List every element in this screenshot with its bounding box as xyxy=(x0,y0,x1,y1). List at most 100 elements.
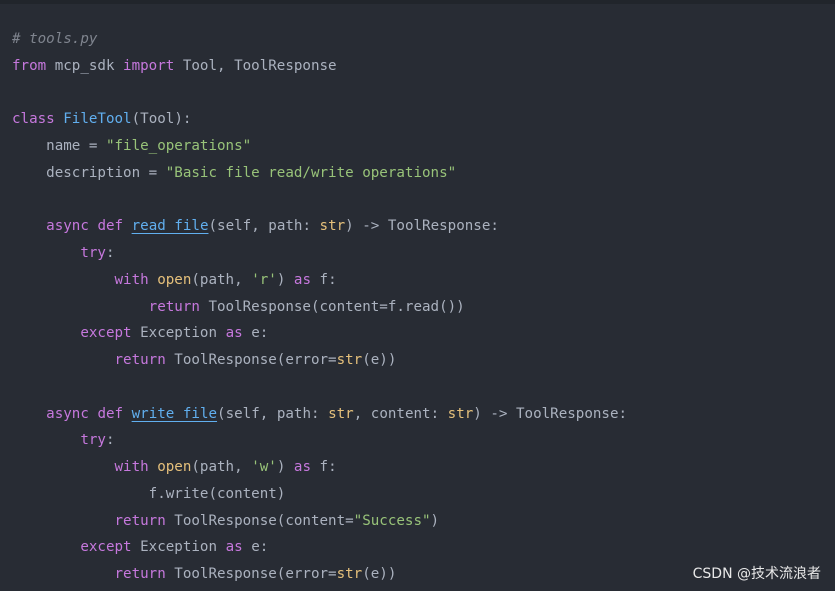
code-token-plain: description = xyxy=(12,164,166,181)
code-token-plain: (e)) xyxy=(362,566,397,582)
code-token-plain: ToolResponse(content= xyxy=(165,512,354,529)
code-token-plain: mcp_sdk xyxy=(46,57,124,74)
code-token-keyword: as xyxy=(293,459,311,475)
code-token-keyword: as xyxy=(293,271,311,288)
code-token-funcname: read_file xyxy=(131,218,209,235)
code-token-plain: : xyxy=(105,245,115,261)
csdn-watermark: CSDN @技术流浪者 xyxy=(692,566,821,582)
code-token-builtin: str xyxy=(336,566,363,582)
code-token-string: 'r' xyxy=(251,271,277,288)
code-token-plain: ToolResponse(error= xyxy=(165,352,337,368)
code-token-plain: ToolResponse(error= xyxy=(165,566,337,582)
code-token-keyword: async xyxy=(46,405,89,422)
code-line: return ToolResponse(content=f.read()) xyxy=(12,294,627,321)
code-token-keyword: from xyxy=(12,57,47,74)
code-token-plain: (self, path: xyxy=(217,405,329,422)
code-token-funcname: write_file xyxy=(131,405,218,422)
code-token-plain: ToolResponse(content=f.read()) xyxy=(199,298,465,315)
code-token-keyword: return xyxy=(114,512,166,529)
code-token-builtin: str xyxy=(328,405,354,422)
code-token-plain: Exception xyxy=(131,539,226,556)
code-token-plain: e: xyxy=(242,325,269,342)
code-token-keyword: try xyxy=(80,432,106,449)
code-token-keyword: async xyxy=(46,218,89,235)
code-token-builtin: open xyxy=(157,459,192,475)
code-token-plain: : xyxy=(105,432,115,449)
code-token-plain: ) -> ToolResponse: xyxy=(473,405,628,422)
code-line: from mcp_sdk import Tool, ToolResponse xyxy=(12,53,627,80)
code-token-keyword: class xyxy=(12,111,55,128)
code-token-keyword: as xyxy=(225,539,243,556)
code-token-builtin: open xyxy=(157,271,192,288)
code-token-builtin: str xyxy=(319,218,346,235)
code-line: return ToolResponse(content="Success") xyxy=(12,508,627,535)
code-token-keyword: with xyxy=(114,459,149,475)
code-line: try: xyxy=(12,427,627,454)
code-token-builtin: str xyxy=(447,405,474,422)
code-line: # tools.py xyxy=(12,26,627,53)
code-token-keyword: return xyxy=(114,352,166,368)
code-token-keyword: except xyxy=(80,325,132,342)
code-token-keyword: return xyxy=(148,298,200,315)
code-token-plain: (Tool): xyxy=(131,111,192,128)
code-token-string: "Basic file read/write operations" xyxy=(165,164,457,181)
code-token-plain: (self, path: xyxy=(208,218,320,235)
code-token-plain: Exception xyxy=(131,325,226,342)
code-line: with open(path, 'w') as f: xyxy=(12,454,627,481)
code-token-keyword: return xyxy=(114,566,166,582)
code-token-keyword: except xyxy=(80,539,132,556)
code-panel: # tools.py from mcp_sdk import Tool, Tool… xyxy=(0,0,835,591)
code-token-plain: ) xyxy=(430,512,440,529)
code-token-keyword: as xyxy=(225,325,243,342)
code-token-keyword: def xyxy=(97,218,124,235)
code-token-builtin: str xyxy=(336,352,363,368)
code-token-plain: Tool, ToolResponse xyxy=(174,57,337,74)
code-line: description = "Basic file read/write ope… xyxy=(12,160,627,187)
code-token-plain: ) xyxy=(276,271,294,288)
code-line: async def read_file(self, path: str) -> … xyxy=(12,213,627,240)
code-token-plain: f: xyxy=(311,271,337,288)
code-block: # tools.py from mcp_sdk import Tool, Tool… xyxy=(12,26,627,588)
code-token-keyword: import xyxy=(123,57,175,74)
code-token-plain: f.write(content) xyxy=(12,485,286,502)
code-line: with open(path, 'r') as f: xyxy=(12,267,627,294)
code-line: return ToolResponse(error=str(e)) xyxy=(12,561,627,588)
code-token-keyword: def xyxy=(97,405,124,422)
code-line: try: xyxy=(12,240,627,267)
code-token-plain: name = xyxy=(12,138,106,154)
code-token-string: 'w' xyxy=(251,459,277,475)
code-token-plain: (path, xyxy=(191,459,252,475)
code-token-plain: f: xyxy=(311,459,337,475)
code-token-plain: (path, xyxy=(191,271,252,288)
code-token-classname: FileTool xyxy=(63,111,132,128)
code-token-string: "Success" xyxy=(353,512,431,529)
code-line: f.write(content) xyxy=(12,481,627,508)
code-token-comment: # tools.py xyxy=(12,31,98,47)
code-token-plain: ) -> ToolResponse: xyxy=(345,218,499,235)
code-line: class FileTool(Tool): xyxy=(12,106,627,133)
code-line: name = "file_operations" xyxy=(12,133,627,160)
code-token-plain: e: xyxy=(242,539,269,556)
code-line: except Exception as e: xyxy=(12,534,627,561)
code-line: except Exception as e: xyxy=(12,320,627,347)
